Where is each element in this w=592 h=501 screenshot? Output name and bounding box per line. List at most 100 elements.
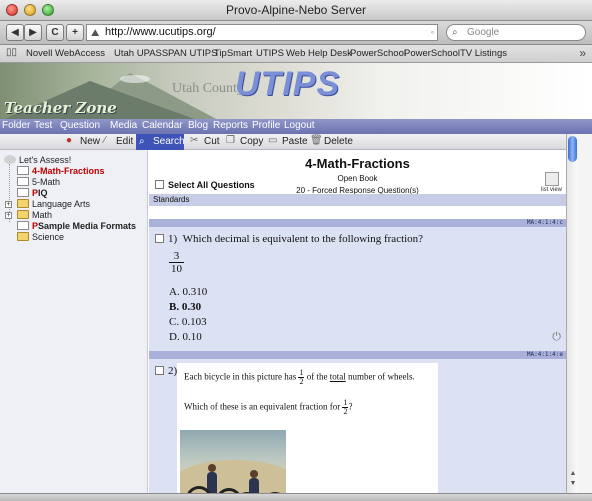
google-search-input[interactable]: ⌕ Google <box>446 24 586 41</box>
menu-blog[interactable]: Blog <box>188 120 208 131</box>
bookmark-novell-webaccess[interactable]: Novell WebAccess <box>26 48 105 59</box>
back-arrow-icon: ◀ <box>11 27 19 38</box>
question-1-fraction: 3 10 <box>169 250 184 275</box>
teacher-zone-label: Teacher Zone <box>4 99 117 117</box>
cut-icon: ✂ <box>190 135 199 146</box>
delete-button[interactable]: Delete <box>324 136 353 147</box>
rider-graphic <box>249 478 259 493</box>
rss-icon: ◦ <box>430 27 434 37</box>
folder-icon <box>17 232 29 241</box>
question-2-card: 2) Each bicycle in this picture has 12 o… <box>149 359 566 493</box>
bookmarks-overflow-icon[interactable]: » <box>579 46 586 60</box>
browser-toolbar: ◀ ▶ C + ⛰ http://www.ucutips.org/ ◦ ⌕ Go… <box>0 21 592 45</box>
question-2-standard: MA:4:1:4:e <box>526 351 563 358</box>
snow-graphic <box>120 75 150 83</box>
question-1-header: MA:4:1:4:c <box>149 219 566 227</box>
menu-reports[interactable]: Reports <box>213 120 248 131</box>
bookmarks-book-icon[interactable]: ▯▯ <box>6 47 17 58</box>
bookmark-pan-utips[interactable]: PAN UTIPS <box>168 48 217 59</box>
reload-icon: C <box>51 27 59 38</box>
address-bar[interactable]: ⛰ http://www.ucutips.org/ ◦ <box>86 24 438 41</box>
tree-item-iq[interactable]: PIQ <box>17 188 48 198</box>
select-all-checkbox[interactable] <box>155 180 164 189</box>
root-icon <box>4 155 16 164</box>
reload-button[interactable]: C <box>46 24 64 41</box>
question-1-prompt: 1) Which decimal is equivalent to the fo… <box>155 233 423 245</box>
list-view-icon <box>544 172 559 186</box>
menu-profile[interactable]: Profile <box>252 120 280 131</box>
tree-root-lets-assess[interactable]: Let's Assess! <box>4 155 71 165</box>
copy-icon: ❐ <box>226 135 235 146</box>
minimize-window-button[interactable] <box>24 4 36 16</box>
test-title: 4-Math-Fractions <box>305 156 410 171</box>
rider-head-graphic <box>208 464 216 472</box>
question-2-checkbox[interactable] <box>155 366 164 375</box>
rider-head-graphic <box>250 470 258 478</box>
search-label: Search <box>153 136 185 147</box>
scroll-up-arrow-icon[interactable]: ▲ <box>568 470 578 477</box>
copy-button[interactable]: Copy <box>240 136 263 147</box>
bookmarks-bar: ▯▯ Novell WebAccess Utah UPASS PAN UTIPS… <box>0 45 592 63</box>
forward-button[interactable]: ▶ <box>24 24 42 41</box>
folder-tree-sidebar: Let's Assess! 4-Math-Fractions 5-Math PI… <box>0 150 148 493</box>
scrollbar-thumb[interactable] <box>568 136 577 162</box>
question-1-standard: MA:4:1:4:c <box>526 219 563 226</box>
new-icon: ● <box>66 135 73 146</box>
menu-logout[interactable]: Logout <box>284 120 315 131</box>
bookmark-web-help-desk[interactable]: Web Help Desk <box>286 48 352 59</box>
question-2-number: 2) <box>155 365 177 377</box>
bicycle-photo <box>180 430 286 493</box>
tree-item-language-arts[interactable]: Language Arts <box>17 199 90 209</box>
question-2-line-1: Each bicycle in this picture has 12 of t… <box>184 368 415 386</box>
tree-item-4-math-fractions[interactable]: 4-Math-Fractions <box>17 166 105 176</box>
tree-item-5-math[interactable]: 5-Math <box>17 177 60 187</box>
test-content-pane: 4-Math-Fractions Open Book 20 - Forced R… <box>149 150 566 493</box>
status-bar <box>0 493 592 501</box>
search-button[interactable]: ⌕ Search <box>136 134 185 150</box>
bookmark-utah-upass[interactable]: Utah UPASS <box>114 48 168 59</box>
question-2-fraction-a: 12 <box>298 368 305 386</box>
menu-folder[interactable]: Folder <box>2 120 30 131</box>
menu-test[interactable]: Test <box>34 120 52 131</box>
edit-button[interactable]: Edit <box>116 136 133 147</box>
standards-bar[interactable]: Standards <box>149 194 566 206</box>
zoom-window-button[interactable] <box>42 4 54 16</box>
bookmark-powerschool-2[interactable]: PowerSchool <box>404 48 460 59</box>
question-1-checkbox[interactable] <box>155 234 164 243</box>
expand-math-icon[interactable]: + <box>5 212 12 219</box>
paste-button[interactable]: Paste <box>282 136 308 147</box>
cut-button[interactable]: Cut <box>204 136 220 147</box>
utips-logo: UTIPS <box>235 65 341 103</box>
forward-arrow-icon: ▶ <box>29 27 37 38</box>
add-bookmark-button[interactable]: + <box>66 24 84 41</box>
google-search-placeholder: Google <box>467 27 500 38</box>
bookmark-tv-listings[interactable]: TV Listings <box>460 48 507 59</box>
expand-language-arts-icon[interactable]: + <box>5 201 12 208</box>
tree-item-sample-media-formats[interactable]: PSample Media Formats <box>17 221 136 231</box>
bookmark-tipsmart[interactable]: TipSmart <box>214 48 252 59</box>
close-window-button[interactable] <box>6 4 18 16</box>
menu-media[interactable]: Media <box>110 120 137 131</box>
tree-item-science[interactable]: Science <box>17 232 64 242</box>
utah-county-label: Utah County <box>172 81 244 96</box>
utips-banner: Teacher Zone Utah County UTIPS <box>0 63 592 119</box>
document-icon <box>17 177 29 186</box>
select-all-questions[interactable]: Select All Questions <box>155 180 255 190</box>
vertical-scrollbar[interactable]: ▲ ▼ <box>566 134 578 493</box>
scroll-down-arrow-icon[interactable]: ▼ <box>568 480 578 487</box>
window-right-edge <box>578 134 592 493</box>
back-button[interactable]: ◀ <box>6 24 24 41</box>
site-favicon-icon: ⛰ <box>91 28 100 39</box>
url-text: http://www.ucutips.org/ <box>105 26 216 38</box>
bookmark-utips[interactable]: UTIPS <box>256 48 284 59</box>
list-view-button[interactable]: list view <box>541 172 562 193</box>
menu-calendar[interactable]: Calendar <box>142 120 183 131</box>
question-1-option-d: D. 0.10 <box>169 331 202 343</box>
question-1-option-a: A. 0.310 <box>169 286 208 298</box>
menu-question[interactable]: Question <box>60 120 100 131</box>
document-icon <box>17 166 29 175</box>
tree-item-math[interactable]: Math <box>17 210 52 220</box>
question-1-info-icon[interactable]: ⏻ <box>552 331 561 344</box>
bookmark-powerschool-1[interactable]: PowerSchool <box>350 48 406 59</box>
new-button[interactable]: New <box>80 136 100 147</box>
